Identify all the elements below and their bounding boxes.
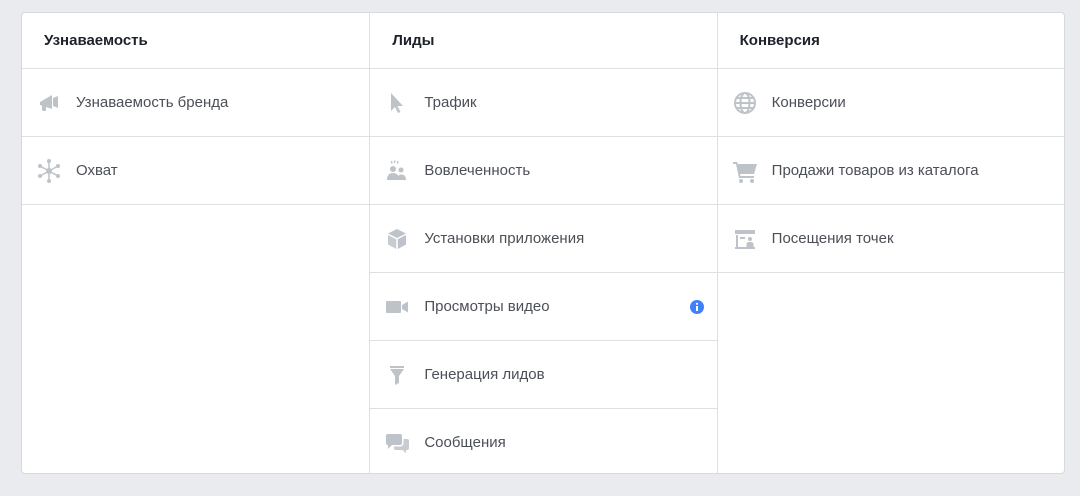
video-camera-icon xyxy=(384,294,410,320)
objective-label: Посещения точек xyxy=(771,230,894,247)
objective-label: Охват xyxy=(76,162,118,179)
column-awareness: Узнаваемость Узнаваемость бренда Охват xyxy=(22,13,370,473)
objective-app-installs[interactable]: Установки приложения xyxy=(370,205,717,273)
chat-bubbles-icon xyxy=(384,430,410,456)
column-leads: Лиды Трафик Вовлеченность Установки прил… xyxy=(369,13,717,473)
objective-label: Сообщения xyxy=(424,434,506,451)
objective-label: Конверсии xyxy=(771,94,846,111)
objective-conversions[interactable]: Конверсии xyxy=(717,69,1064,137)
objective-label: Генерация лидов xyxy=(424,366,545,383)
funnel-icon xyxy=(384,362,410,388)
objective-engagement[interactable]: Вовлеченность xyxy=(370,137,717,205)
globe-icon xyxy=(732,90,758,116)
megaphone-icon xyxy=(36,90,62,116)
people-icon xyxy=(384,158,410,184)
objective-messages[interactable]: Сообщения xyxy=(370,409,716,473)
box-icon xyxy=(384,226,410,252)
cursor-icon xyxy=(384,90,410,116)
objective-traffic[interactable]: Трафик xyxy=(370,69,717,137)
column-header-conversion: Конверсия xyxy=(717,13,1064,69)
objective-store-visits[interactable]: Посещения точек xyxy=(717,205,1064,273)
column-header-awareness: Узнаваемость xyxy=(22,13,370,69)
objective-lead-generation[interactable]: Генерация лидов xyxy=(370,341,717,409)
objective-brand-awareness[interactable]: Узнаваемость бренда xyxy=(22,69,370,137)
reach-icon xyxy=(36,158,62,184)
objective-label: Узнаваемость бренда xyxy=(76,94,229,111)
objective-selector-panel: Узнаваемость Узнаваемость бренда Охват Л… xyxy=(21,12,1065,474)
objective-label: Установки приложения xyxy=(424,230,585,247)
objective-reach[interactable]: Охват xyxy=(22,137,370,205)
column-conversion: Конверсия Конверсии Продажи товаров из к… xyxy=(716,13,1064,473)
objective-catalog-sales[interactable]: Продажи товаров из каталога xyxy=(717,137,1064,205)
shopping-cart-icon xyxy=(732,158,758,184)
info-icon[interactable] xyxy=(689,299,704,314)
storefront-icon xyxy=(732,226,758,252)
column-header-leads: Лиды xyxy=(370,13,717,69)
objective-label: Просмотры видео xyxy=(424,298,550,315)
objective-label: Трафик xyxy=(424,94,477,111)
objective-label: Вовлеченность xyxy=(424,162,531,179)
objective-label: Продажи товаров из каталога xyxy=(771,162,979,179)
objective-video-views[interactable]: Просмотры видео xyxy=(370,273,717,341)
